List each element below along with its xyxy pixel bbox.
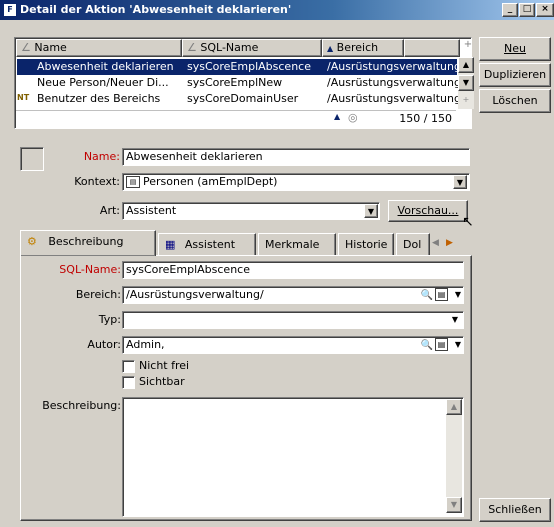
- scroll-up-button[interactable]: ▲: [446, 399, 462, 415]
- list-scrollbar[interactable]: ▲ ▼ +: [458, 57, 474, 109]
- column-header-area[interactable]: ▲ Bereich: [322, 39, 404, 57]
- visible-label: Sichtbar: [139, 375, 185, 388]
- description-label: Beschreibung:: [42, 399, 121, 412]
- type-label: Art:: [99, 204, 120, 217]
- sort-arrow-icon: ∠: [21, 41, 31, 54]
- detail-icon[interactable]: ▤: [435, 288, 448, 301]
- refresh-icon[interactable]: ◎: [348, 111, 358, 124]
- tab-historie[interactable]: Historie: [338, 233, 394, 257]
- author-field[interactable]: Admin, 🔍 ▤ ▼: [122, 336, 464, 354]
- tab-panel: SQL-Name: sysCoreEmplAbscence Bereich: /…: [20, 255, 472, 521]
- list-row[interactable]: Abwesenheit deklarieren sysCoreEmplAbsce…: [17, 59, 459, 75]
- sqlname-field[interactable]: sysCoreEmplAbscence: [122, 261, 464, 279]
- maximize-button[interactable]: □: [519, 3, 535, 17]
- column-header-filler: [404, 39, 460, 57]
- scroll-down-button[interactable]: ▼: [458, 75, 474, 91]
- list-row[interactable]: NT Benutzer des Bereichs sysCoreDomainUs…: [17, 91, 459, 107]
- tab-scroll-right-icon[interactable]: ▶: [446, 238, 453, 248]
- search-icon[interactable]: 🔍: [421, 288, 433, 303]
- sort-arrow-icon: ∠: [187, 41, 197, 54]
- actions-list[interactable]: ∠ Name ∠ SQL-Name ▲ Bereich + Abwesenhei…: [14, 37, 474, 129]
- scroll-add-icon: +: [462, 95, 470, 104]
- author-dropdown-button[interactable]: ▼: [455, 338, 461, 352]
- visible-checkbox[interactable]: [122, 376, 135, 389]
- not-free-checkbox[interactable]: [122, 360, 135, 373]
- type-dropdown-button[interactable]: ▼: [364, 204, 378, 218]
- name-field[interactable]: Abwesenheit deklarieren: [122, 148, 470, 166]
- description-textarea[interactable]: ▲ ▼: [122, 397, 464, 517]
- record-count: 150 / 150: [399, 112, 452, 125]
- tab-merkmale[interactable]: Merkmale: [258, 233, 336, 257]
- gear-icon: ⚙: [27, 235, 37, 248]
- window-title: Detail der Aktion 'Abwesenheit deklarier…: [20, 3, 292, 16]
- area-dropdown-button[interactable]: ▼: [455, 288, 461, 302]
- author-label: Autor:: [87, 338, 121, 351]
- sort-ascending-icon: ▲: [327, 44, 334, 53]
- tab-beschreibung[interactable]: ⚙ Beschreibung: [20, 230, 156, 256]
- new-button[interactable]: Neu: [479, 37, 551, 61]
- context-field[interactable]: ▤ Personen (amEmplDept) ▼: [122, 173, 470, 191]
- type-select[interactable]: Assistent ▼: [122, 202, 380, 220]
- tab-scroll-left-icon[interactable]: ◀: [432, 238, 439, 248]
- list-footer: ▲ ◎ 150 / 150: [16, 110, 456, 127]
- typ-select[interactable]: ▼: [122, 311, 464, 329]
- scroll-top-icon[interactable]: ▲: [334, 112, 340, 121]
- description-scrollbar[interactable]: ▲ ▼: [446, 399, 462, 513]
- typ-dropdown-button[interactable]: ▼: [448, 313, 462, 327]
- column-header-name[interactable]: ∠ Name: [16, 39, 182, 57]
- column-header-sqlname[interactable]: ∠ SQL-Name: [182, 39, 322, 57]
- list-header: ∠ Name ∠ SQL-Name ▲ Bereich: [16, 39, 460, 57]
- user-group-icon: NT: [17, 93, 30, 102]
- delete-button[interactable]: Löschen: [479, 89, 551, 113]
- window-icon: F: [3, 3, 17, 17]
- title-bar: F Detail der Aktion 'Abwesenheit deklari…: [0, 0, 554, 20]
- not-free-label: Nicht frei: [139, 359, 190, 372]
- area-label: Bereich:: [75, 288, 121, 301]
- area-field[interactable]: /Ausrüstungsverwaltung/ 🔍 ▤ ▼: [122, 286, 464, 304]
- table-icon: ▤: [126, 176, 140, 188]
- search-icon[interactable]: 🔍: [421, 338, 433, 353]
- close-window-button[interactable]: ×: [536, 3, 554, 17]
- context-dropdown-button[interactable]: ▼: [453, 175, 467, 189]
- preview-button[interactable]: Vorschau...: [388, 200, 468, 222]
- typ-label: Typ:: [98, 313, 121, 326]
- wizard-icon: ▦: [165, 238, 176, 251]
- detail-icon[interactable]: ▤: [435, 338, 448, 351]
- context-label: Kontext:: [74, 175, 120, 188]
- list-row[interactable]: Neue Person/Neuer Di... sysCoreEmplNew /…: [17, 75, 459, 91]
- name-label: Name:: [83, 150, 120, 163]
- scroll-down-button[interactable]: ▼: [446, 497, 462, 513]
- duplicate-button[interactable]: Duplizieren: [479, 63, 551, 87]
- tab-documents[interactable]: Dol: [396, 233, 430, 257]
- mouse-cursor-icon: ↖: [462, 214, 474, 230]
- column-add-icon[interactable]: +: [460, 39, 476, 57]
- close-button[interactable]: Schließen: [479, 498, 551, 522]
- image-placeholder[interactable]: [20, 147, 44, 171]
- minimize-button[interactable]: _: [502, 3, 518, 17]
- scroll-up-button[interactable]: ▲: [458, 57, 474, 73]
- tab-assistent[interactable]: ▦ Assistent: [158, 233, 256, 257]
- sqlname-label: SQL-Name:: [59, 263, 121, 276]
